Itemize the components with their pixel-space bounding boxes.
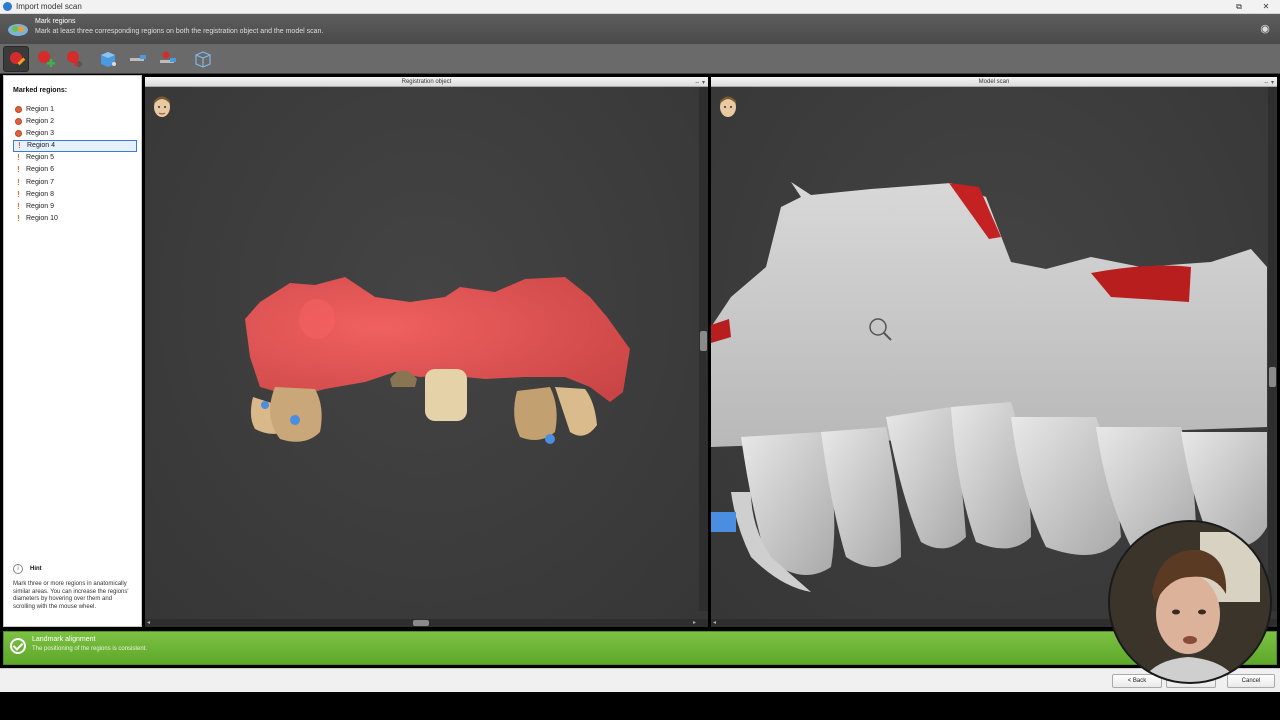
- region-item[interactable]: ! Region 5: [13, 152, 137, 164]
- region-pending-icon: !: [17, 177, 20, 187]
- step-header: Mark regions Mark at least three corresp…: [0, 14, 1280, 44]
- status-text: The positioning of the regions is consis…: [32, 646, 148, 652]
- region-item[interactable]: ! Region 6: [13, 164, 137, 176]
- webcam-overlay: [1108, 520, 1272, 684]
- status-bar: Landmark alignment The positioning of th…: [3, 631, 1277, 665]
- region-item[interactable]: ! Region 7: [13, 176, 137, 188]
- status-title: Landmark alignment: [32, 636, 96, 643]
- scroll-left-icon[interactable]: ◂: [713, 619, 716, 626]
- scroll-right-icon[interactable]: ▸: [693, 619, 696, 626]
- close-icon[interactable]: ✕: [1259, 1, 1273, 13]
- region-item[interactable]: ! Region 4: [13, 139, 137, 152]
- region-list: Region 1 Region 2 Region 3! Region 4! Region…: [13, 103, 137, 225]
- scrollbar-thumb[interactable]: [700, 331, 707, 351]
- region-item[interactable]: ! Region 9: [13, 200, 137, 212]
- step-subtitle: Mark at least three corresponding region…: [35, 28, 324, 35]
- scrollbar-thumb[interactable]: [1269, 367, 1276, 387]
- step-title: Mark regions: [35, 18, 76, 25]
- region-pending-icon: !: [17, 165, 20, 175]
- eye-icon[interactable]: ◉: [1258, 22, 1272, 36]
- pick-tool[interactable]: [125, 46, 151, 72]
- region-item[interactable]: ! Region 8: [13, 188, 137, 200]
- regions-panel: Marked regions: Region 1 Region 2 Region 3…: [3, 75, 142, 627]
- cancel-button[interactable]: Cancel: [1227, 674, 1275, 688]
- region-item[interactable]: Region 1: [13, 103, 137, 115]
- info-icon: i: [13, 564, 23, 574]
- region-label: Region 9: [26, 202, 55, 210]
- region-label: Region 5: [26, 154, 55, 162]
- scrollbar-thumb[interactable]: [413, 620, 429, 626]
- region-pending-icon: !: [17, 189, 20, 199]
- viewport-title: Model scan: [978, 79, 1010, 85]
- region-label: Region 10: [26, 215, 58, 223]
- dialog-footer: < Back Cancel: [0, 668, 1280, 692]
- registration-scan-model[interactable]: [145, 87, 708, 621]
- registration-object-viewport[interactable]: Registration object ⇔ ▾ ◂ ▸: [145, 77, 708, 627]
- restore-icon[interactable]: ⧉: [1232, 1, 1246, 13]
- mark-regions-icon: [8, 24, 28, 36]
- region-label: Region 8: [26, 190, 55, 198]
- region-label: Region 4: [27, 142, 56, 150]
- window-titlebar: Import model scan ⧉ ✕: [0, 0, 1280, 14]
- vertical-scrollbar[interactable]: [699, 87, 708, 611]
- region-pending-icon: !: [17, 201, 20, 211]
- region-label: Region 2: [26, 117, 55, 125]
- region-pending-icon: !: [18, 141, 21, 151]
- app-icon: [3, 2, 12, 11]
- viewport-canvas[interactable]: [145, 87, 708, 621]
- view-cube-tool[interactable]: [95, 46, 121, 72]
- region-marked-icon: [15, 117, 22, 125]
- mark-region-tool[interactable]: [3, 46, 29, 72]
- region-pending-icon: !: [17, 214, 20, 224]
- region-label: Region 7: [26, 178, 55, 186]
- region-item[interactable]: ! Region 10: [13, 213, 137, 225]
- presenter-video: [1110, 522, 1270, 682]
- region-marked-icon: [15, 105, 22, 113]
- add-region-tool[interactable]: [32, 46, 58, 72]
- remove-region-tool[interactable]: [61, 46, 87, 72]
- region-item[interactable]: Region 2: [13, 115, 137, 127]
- vertical-scrollbar[interactable]: [1268, 87, 1277, 611]
- toolbar: [0, 44, 1280, 74]
- region-item[interactable]: Region 3: [13, 127, 137, 139]
- head-orientation-icon[interactable]: [717, 95, 739, 121]
- reset-tool[interactable]: [155, 46, 181, 72]
- region-label: Region 3: [26, 129, 55, 137]
- add-region-icon: [38, 51, 55, 67]
- wireframe-cube-icon: [195, 51, 211, 68]
- horizontal-scrollbar[interactable]: ◂ ▸: [145, 619, 708, 627]
- hint-text: Mark three or more regions in anatomical…: [13, 581, 129, 610]
- scroll-left-icon[interactable]: ◂: [147, 619, 150, 626]
- tool-icon: [130, 55, 146, 61]
- viewport-title: Registration object: [401, 79, 452, 85]
- region-label: Region 1: [26, 105, 55, 113]
- reset-icon: [160, 51, 176, 63]
- region-pending-icon: !: [17, 153, 20, 163]
- window-title: Import model scan: [16, 2, 82, 11]
- letterbox-band: [0, 692, 1280, 720]
- remove-region-icon: [67, 51, 82, 67]
- viewport-header: Registration object ⇔ ▾: [145, 77, 708, 87]
- hint-title: Hint: [30, 566, 42, 572]
- marked-regions-title: Marked regions:: [13, 87, 68, 94]
- mark-region-icon: [10, 52, 26, 66]
- wireframe-tool[interactable]: [190, 46, 216, 72]
- region-marked-icon: [15, 129, 22, 137]
- check-icon: [10, 638, 26, 654]
- view-cube-icon: [101, 52, 116, 67]
- region-label: Region 6: [26, 166, 55, 174]
- viewport-header: Model scan ⇔ ▾: [711, 77, 1277, 87]
